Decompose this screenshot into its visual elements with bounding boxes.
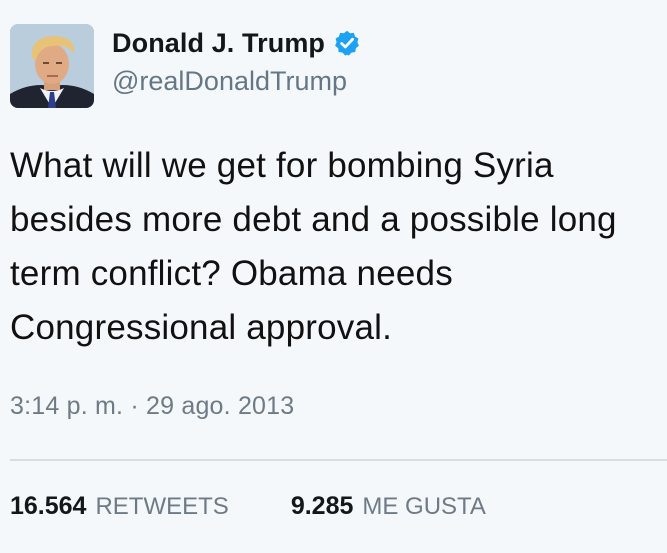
author-avatar[interactable] [10, 24, 94, 108]
likes-label: ME GUSTA [362, 493, 486, 520]
display-name-row: Donald J. Trump [112, 26, 361, 60]
author-display-name[interactable]: Donald J. Trump [112, 28, 325, 59]
retweets-label: RETWEETS [95, 493, 229, 520]
likes-stat[interactable]: 9.285 ME GUSTA [291, 492, 486, 521]
likes-count: 9.285 [290, 492, 354, 520]
tweet-stats: 16.564 RETWEETS 9.285 ME GUSTA [10, 492, 486, 521]
verified-check-icon [333, 29, 361, 57]
tweet-timestamp[interactable]: 3:14 p. m. · 29 ago. 2013 [10, 392, 294, 421]
retweets-stat[interactable]: 16.564 RETWEETS [10, 492, 229, 521]
avatar-image [10, 24, 94, 108]
author-names: Donald J. Trump @realDonaldTrump [112, 26, 361, 97]
tweet-text: What will we get for bombing Syria besid… [10, 146, 617, 347]
tweet-card: Donald J. Trump @realDonaldTrump What wi… [0, 0, 667, 553]
author-handle[interactable]: @realDonaldTrump [112, 66, 361, 97]
retweets-count: 16.564 [10, 492, 87, 520]
tweet-header: Donald J. Trump @realDonaldTrump [10, 24, 650, 110]
stats-divider [10, 459, 667, 461]
